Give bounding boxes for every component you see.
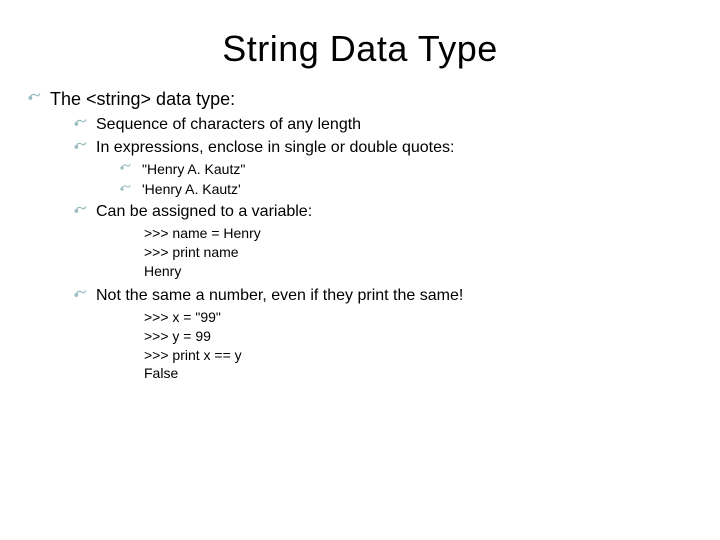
code-line: >>> print name <box>144 243 720 262</box>
bullet-text: Sequence of characters of any length <box>96 116 361 133</box>
squiggle-icon <box>74 117 88 131</box>
bullet-sub-enclose: In expressions, enclose in single or dou… <box>74 137 720 199</box>
code-line: False <box>144 364 720 383</box>
bullet-example-single: 'Henry A. Kautz' <box>120 180 720 198</box>
code-line: Henry <box>144 262 720 281</box>
slide-title: String Data Type <box>0 28 720 70</box>
bullet-text: 'Henry A. Kautz' <box>142 181 241 197</box>
bullet-text: "Henry A. Kautz" <box>142 161 245 177</box>
bullet-text: The <string> data type: <box>50 89 235 109</box>
slide-body: The <string> data type: Sequence of char… <box>28 88 720 383</box>
bullet-assign: Can be assigned to a variable: >>> name … <box>74 201 720 281</box>
code-block-notsame: >>> x = "99" >>> y = 99 >>> print x == y… <box>144 308 720 384</box>
bullet-sub-sequence: Sequence of characters of any length <box>74 114 720 135</box>
code-line: >>> x = "99" <box>144 308 720 327</box>
bullet-text: In expressions, enclose in single or dou… <box>96 139 454 156</box>
code-line: >>> name = Henry <box>144 224 720 243</box>
squiggle-icon <box>120 183 132 195</box>
bullet-notsame: Not the same a number, even if they prin… <box>74 285 720 384</box>
bullet-text: Can be assigned to a variable: <box>96 203 312 220</box>
code-line: >>> print x == y <box>144 346 720 365</box>
bullet-example-double: "Henry A. Kautz" <box>120 160 720 178</box>
bullet-main: The <string> data type: Sequence of char… <box>28 88 720 383</box>
bullet-text: Not the same a number, even if they prin… <box>96 287 463 304</box>
squiggle-icon <box>74 288 88 302</box>
code-line: >>> y = 99 <box>144 327 720 346</box>
code-block-assign: >>> name = Henry >>> print name Henry <box>144 224 720 281</box>
squiggle-icon <box>120 162 132 174</box>
squiggle-icon <box>74 204 88 218</box>
squiggle-icon <box>28 91 42 105</box>
squiggle-icon <box>74 140 88 154</box>
